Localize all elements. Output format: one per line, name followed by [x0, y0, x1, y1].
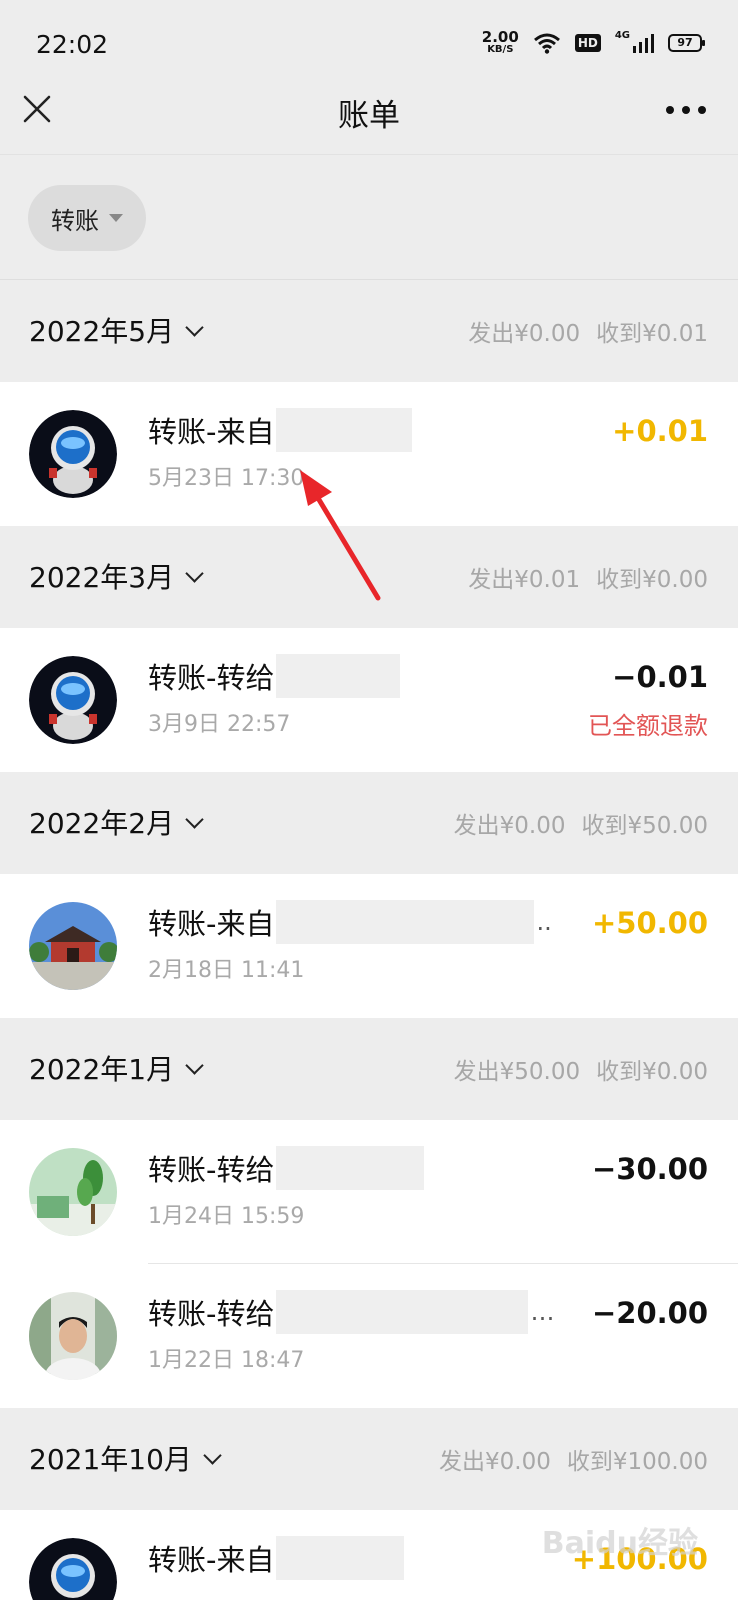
- transaction-amount: +50.00: [591, 906, 708, 940]
- month-selector[interactable]: 2021年10月: [29, 1438, 222, 1478]
- nav-bar: 账单: [0, 86, 738, 154]
- chevron-down-icon: [203, 1445, 222, 1465]
- month-summary: 发出¥0.01 收到¥0.00: [468, 560, 708, 594]
- month-selector[interactable]: 2022年5月: [29, 310, 204, 350]
- network-speed: 2.00 KB/S: [482, 30, 519, 55]
- redacted-name: [276, 408, 413, 452]
- chevron-down-icon: [185, 317, 204, 337]
- transaction-amount: −0.01: [612, 660, 708, 694]
- month-title: 2022年3月: [29, 561, 175, 594]
- month-title: 2022年1月: [29, 1053, 175, 1086]
- status-time: 22:02: [36, 30, 109, 59]
- transaction-amount: +0.01: [612, 414, 708, 448]
- wifi-icon: [533, 33, 560, 54]
- redacted-name: [276, 654, 401, 698]
- more-dot: [698, 106, 706, 114]
- watermark-logo: Baidu经验: [541, 1526, 698, 1561]
- month-title: 2022年5月: [29, 315, 175, 348]
- chevron-down-icon: [185, 563, 204, 583]
- avatar: [29, 410, 117, 498]
- filter-bar: 转账: [0, 154, 738, 280]
- transaction-time: 1月22日 18:47: [148, 1348, 305, 1373]
- month-sent-total: 发出¥0.00: [468, 321, 581, 347]
- transaction-title-line: 转账-转给: [148, 1146, 425, 1190]
- page-title: 账单: [338, 98, 400, 134]
- avatar: [29, 656, 117, 744]
- transaction-title: 转账-来自: [148, 415, 275, 449]
- transaction-title-line: 转账-转给: [148, 654, 401, 698]
- month-title: 2021年10月: [29, 1443, 192, 1476]
- type-filter-dropdown[interactable]: 转账: [28, 185, 146, 251]
- chevron-down-icon: [185, 809, 204, 829]
- transaction-row[interactable]: 转账-转给 3月9日 22:57 −0.01 已全额退款: [0, 628, 738, 772]
- month-header: 2022年1月 发出¥50.00 收到¥0.00: [0, 1018, 738, 1120]
- status-bar: 22:02 2.00 KB/S HD 4G 97: [0, 0, 738, 86]
- avatar: [29, 1148, 117, 1236]
- month-summary: 发出¥0.00 收到¥0.01: [468, 314, 708, 348]
- transaction-time: 5月23日 17:30: [148, 466, 305, 491]
- transaction-time: 1月24日 15:59: [148, 1204, 305, 1229]
- month-sent-total: 发出¥0.00: [439, 1449, 551, 1475]
- month-selector[interactable]: 2022年1月: [29, 1048, 204, 1088]
- avatar: [29, 1538, 117, 1600]
- transaction-row[interactable]: 转账-转给 … 1月22日 18:47 −20.00: [0, 1264, 738, 1408]
- more-options-icon[interactable]: [666, 106, 706, 114]
- month-header: 2022年2月 发出¥0.00 收到¥50.00: [0, 772, 738, 874]
- transaction-row[interactable]: 转账-转给 1月24日 15:59 −30.00: [0, 1120, 738, 1264]
- redacted-name: [276, 900, 535, 944]
- month-summary: 发出¥50.00 收到¥0.00: [454, 1052, 708, 1086]
- month-selector[interactable]: 2022年3月: [29, 556, 204, 596]
- transaction-title-line: 转账-来自 ..: [148, 900, 552, 944]
- more-dot: [682, 106, 690, 114]
- transaction-row[interactable]: 转账-来自 .. 2月18日 11:41 +50.00: [0, 874, 738, 1018]
- more-dot: [666, 106, 674, 114]
- redacted-name: [276, 1146, 425, 1190]
- network-type-label: 4G: [614, 30, 630, 41]
- transaction-title: 转账-转给: [148, 1297, 275, 1331]
- redacted-name: [276, 1290, 529, 1334]
- month-header: 2021年10月 发出¥0.00 收到¥100.00: [0, 1408, 738, 1510]
- month-sent-total: 发出¥0.01: [468, 567, 581, 593]
- transaction-title: 转账-转给: [148, 661, 275, 695]
- redacted-name: [276, 1536, 405, 1580]
- month-selector[interactable]: 2022年2月: [29, 802, 204, 842]
- battery-icon: 97: [668, 33, 705, 52]
- month-received-total: 收到¥100.00: [566, 1449, 708, 1475]
- month-received-total: 收到¥0.00: [596, 1059, 708, 1085]
- transaction-title: 转账-转给: [148, 1153, 275, 1187]
- transaction-title: 转账-来自: [148, 1543, 275, 1577]
- transaction-title: 转账-来自: [148, 907, 275, 941]
- transaction-amount: −30.00: [591, 1152, 708, 1186]
- signal-icon: [633, 33, 654, 53]
- month-summary: 发出¥0.00 收到¥50.00: [454, 806, 708, 840]
- month-sent-total: 发出¥50.00: [453, 1059, 581, 1085]
- annotation-arrow: [300, 470, 381, 601]
- avatar: [29, 902, 117, 990]
- transaction-title-line: 转账-来自: [148, 408, 413, 452]
- month-received-total: 收到¥0.00: [596, 567, 708, 593]
- avatar: [29, 1292, 117, 1380]
- transaction-title-line: 转账-来自: [148, 1536, 405, 1580]
- transaction-time: 2月18日 11:41: [148, 958, 305, 983]
- caret-down-icon: [109, 214, 123, 222]
- network-speed-value: 2.00: [481, 28, 519, 46]
- refund-status: 已全额退款: [588, 712, 708, 740]
- month-summary: 发出¥0.00 收到¥100.00: [439, 1442, 708, 1476]
- month-header: 2022年5月 发出¥0.00 收到¥0.01: [0, 280, 738, 382]
- transaction-amount: −20.00: [591, 1296, 708, 1330]
- transaction-title-line: 转账-转给 …: [148, 1290, 554, 1334]
- month-title: 2022年2月: [29, 807, 175, 840]
- chevron-down-icon: [185, 1055, 204, 1075]
- network-speed-unit: KB/S: [487, 44, 514, 55]
- month-sent-total: 发出¥0.00: [453, 813, 566, 839]
- status-icons: 2.00 KB/S HD 4G 97: [482, 30, 705, 55]
- hd-badge: HD: [574, 33, 601, 52]
- truncation-ellipsis: ..: [536, 908, 552, 936]
- type-filter-label: 转账: [51, 206, 99, 235]
- month-received-total: 收到¥0.01: [596, 321, 708, 347]
- truncation-ellipsis: …: [530, 1298, 555, 1326]
- transaction-time: 3月9日 22:57: [148, 712, 291, 737]
- month-received-total: 收到¥50.00: [581, 813, 708, 839]
